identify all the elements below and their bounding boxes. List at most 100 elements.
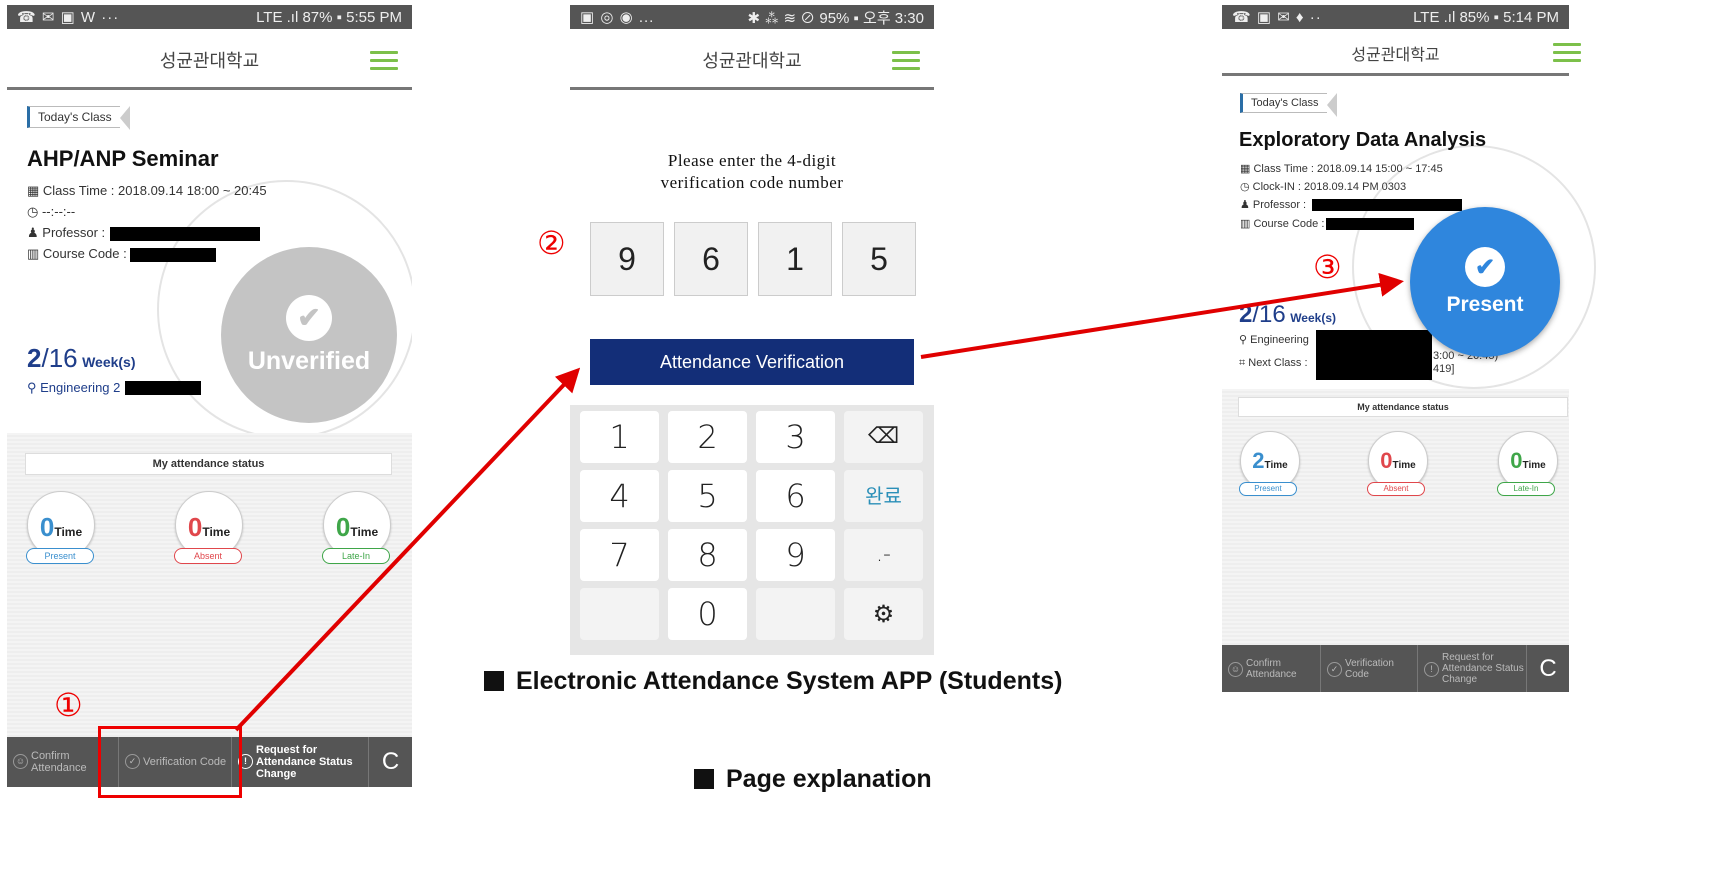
verification-code-highlight — [98, 726, 242, 798]
phone-screen-present: ☎ ▣ ✉ ♦ ·· LTE .ıl 85% ▪ 5:14 PM 성균관대학교 … — [1222, 5, 1721, 692]
request-status-change-button[interactable]: ! Request for Attendance Status Change — [232, 737, 369, 787]
professor-row: ♟ Professor : — [27, 225, 106, 240]
app-caption: Electronic Attendance System APP (Studen… — [484, 667, 1062, 696]
status-bar: ▣ ◎ ◉ ... ✱ ⁂ ≋ ⊘ 95% ▪ 오후 3:30 — [570, 5, 934, 29]
check-icon: ✔ — [286, 294, 332, 341]
week-current: 2 — [27, 343, 42, 373]
clock-in-time: --:--:-- — [41, 204, 76, 219]
attendance-status-label: My attendance status — [1238, 397, 1568, 417]
next-class-row: ⌗ Next Class : — [1239, 357, 1308, 369]
absent-pill: Absent — [174, 548, 242, 564]
redacted-professor — [110, 227, 260, 241]
course-code-row: ▥ Course Code : — [1240, 218, 1325, 230]
code-digit-4[interactable]: 5 — [842, 222, 916, 296]
class-time: Class Time : 2018.09.14 18:00 ~ 20:45 — [42, 183, 267, 198]
redacted-course-code — [1326, 218, 1414, 230]
status-icons: ▣ ◎ ◉ ... — [580, 9, 655, 26]
status-icons: ☎ ▣ ✉ ♦ ·· — [1232, 9, 1322, 26]
settings-gear-icon[interactable]: ⚙ — [844, 588, 923, 640]
key-0[interactable]: 0 — [668, 588, 747, 640]
course-title: Exploratory Data Analysis — [1239, 129, 1487, 151]
stamp-label: Unverified — [247, 346, 371, 375]
key-6[interactable]: 6 — [756, 470, 835, 522]
professor-label: Professor : — [1252, 199, 1307, 211]
blank-key-left[interactable] — [580, 588, 659, 640]
status-info: LTE .ıl 87% ▪ 5:55 PM — [256, 8, 402, 26]
request-status-change-button[interactable]: ! Request for Attendance Status Change — [1418, 645, 1527, 692]
confirm-attendance-button[interactable]: ☺ Confirm Attendance — [1222, 645, 1321, 692]
code-digit-1[interactable]: 9 — [590, 222, 664, 296]
week-suffix: Week(s) — [82, 354, 136, 370]
location: Engineering 2 — [40, 380, 121, 395]
status-icons: ☎ ✉ ▣ W ··· — [17, 9, 120, 26]
hamburger-menu-icon[interactable] — [892, 51, 920, 71]
location-row: ⚲ Engineering — [1239, 334, 1309, 346]
key-3[interactable]: 3 — [756, 411, 835, 463]
done-key[interactable]: 완료 — [844, 470, 923, 522]
status-info: ✱ ⁂ ≋ ⊘ 95% ▪ 오후 3:30 — [747, 9, 924, 27]
blank-key-right[interactable] — [756, 588, 835, 640]
status-bar: ☎ ▣ ✉ ♦ ·· LTE .ıl 85% ▪ 5:14 PM — [1222, 5, 1569, 29]
code-digit-3[interactable]: 1 — [758, 222, 832, 296]
week-total: /16 — [1252, 301, 1286, 328]
alert-circle-icon: ! — [1424, 662, 1439, 677]
professor-row: ♟ Professor : — [1240, 199, 1307, 211]
absent-count: 0Time Absent — [1367, 431, 1428, 496]
numeric-keypad: 1 2 3 ⌫ 4 5 6 완료 7 8 9 .- 0 ⚙ — [570, 405, 934, 655]
refresh-icon[interactable]: C — [1527, 645, 1569, 692]
redacted-next-class — [1316, 330, 1432, 380]
week-suffix: Week(s) — [1290, 311, 1336, 325]
key-8[interactable]: 8 — [668, 529, 747, 581]
backspace-icon[interactable]: ⌫ — [844, 411, 923, 463]
refresh-icon[interactable]: C — [369, 737, 412, 787]
course-code-row: ▥ Course Code : — [27, 246, 127, 261]
present-pill: Present — [1239, 482, 1297, 496]
page-explanation-caption: Page explanation — [694, 765, 932, 794]
stamp-label: Present — [1446, 293, 1524, 316]
course-title: AHP/ANP Seminar — [27, 146, 219, 171]
location-row: ⚲ Engineering 2 — [27, 380, 121, 395]
user-circle-icon: ☺ — [13, 754, 28, 769]
week-counter: 2/16 Week(s) — [27, 343, 136, 374]
present-stamp: ✔ Present — [1410, 207, 1560, 357]
late-in-count: 0Time Late-In — [322, 491, 391, 564]
app-title: 성균관대학교 — [1351, 45, 1440, 64]
present-count: 2Time Present — [1239, 431, 1300, 496]
attendance-verification-button[interactable]: Attendance Verification — [590, 339, 914, 385]
redacted-professor — [1312, 199, 1462, 211]
todays-class-tag: Today's Class — [1240, 93, 1336, 117]
hamburger-menu-icon[interactable] — [1553, 43, 1581, 63]
late-in-count: 0Time Late-In — [1497, 431, 1558, 496]
next-class-room: 419] — [1433, 363, 1455, 375]
clock-in-row: ◷ --:--:-- — [27, 204, 76, 219]
key-2[interactable]: 2 — [668, 411, 747, 463]
class-time: Class Time : 2018.09.14 15:00 ~ 17:45 — [1253, 163, 1443, 175]
hamburger-menu-icon[interactable] — [370, 51, 398, 71]
app-header: 성균관대학교 — [7, 29, 412, 90]
punctuation-key[interactable]: .- — [844, 529, 923, 581]
absent-pill: Absent — [1367, 482, 1425, 496]
unverified-stamp: ✔ Unverified — [221, 247, 397, 423]
key-7[interactable]: 7 — [580, 529, 659, 581]
key-9[interactable]: 9 — [756, 529, 835, 581]
class-time-row: ▦ Class Time : 2018.09.14 18:00 ~ 20:45 — [27, 183, 267, 198]
course-code-label: Course Code : — [1253, 218, 1325, 230]
redacted-location — [125, 381, 201, 395]
attendance-status-label: My attendance status — [25, 453, 392, 475]
next-class-label: Next Class : — [1248, 357, 1308, 369]
todays-class-tag: Today's Class — [27, 106, 130, 130]
absent-count: 0Time Absent — [174, 491, 243, 564]
verification-code-button[interactable]: ✓ Verification Code — [1321, 645, 1418, 692]
code-digit-2[interactable]: 6 — [674, 222, 748, 296]
key-4[interactable]: 4 — [580, 470, 659, 522]
week-counter: 2/16 Week(s) — [1239, 301, 1336, 329]
redacted-course-code — [130, 248, 216, 262]
app-title: 성균관대학교 — [159, 51, 260, 72]
present-pill: Present — [26, 548, 94, 564]
bottom-nav: ☺ Confirm Attendance ✓ Verification Code !… — [1222, 645, 1569, 692]
key-5[interactable]: 5 — [668, 470, 747, 522]
week-current: 2 — [1239, 301, 1253, 328]
status-info: LTE .ıl 85% ▪ 5:14 PM — [1413, 8, 1559, 26]
key-1[interactable]: 1 — [580, 411, 659, 463]
attendance-status-panel: My attendance status 2Time Present 0Time… — [1222, 389, 1569, 645]
